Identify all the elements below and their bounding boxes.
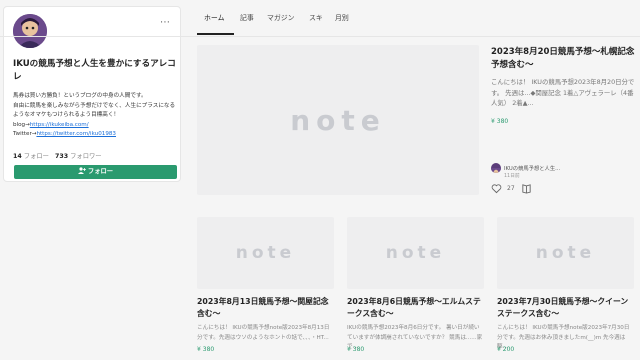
twitter-prefix: Twitter→ [13,131,37,138]
featured-thumbnail[interactable]: note [197,45,479,195]
blog-prefix: blog→ [13,121,30,128]
article-thumbnail[interactable]: note [197,217,334,289]
article-thumbnail[interactable]: note [347,217,484,289]
note-logo: note [235,243,296,263]
article-thumbnail[interactable]: note [497,217,634,289]
like-count-value: 380 [202,346,215,353]
like-icon: ¥ [347,346,351,353]
profile-bio: 馬券は買い方勝負！というブログの中身の人間です。 自由に競馬を楽しみながら予想だ… [13,92,178,140]
article-like-count: ¥ 380 [347,346,364,353]
active-tab-indicator [197,33,234,35]
add-user-icon [77,167,86,174]
article-excerpt: IKUの競馬予想2023年8月6日分です。 暑い日が続いていますが体調崩されてい… [347,325,483,350]
article-like-count: ¥ 380 [197,346,214,353]
featured-like-count: ¥ 380 [491,118,508,125]
follow-button-label: フォロー [87,168,114,175]
follow-stats: 14 フォロー 733 フォロワー [13,151,108,160]
note-logo: note [385,243,446,263]
twitter-link[interactable]: https://twitter.com/iku01983 [36,131,116,137]
author-avatar[interactable] [491,163,501,173]
bio-line: 馬券は買い方勝負！というブログの中身の人間です。 [13,93,147,99]
profile-name[interactable]: IKUの競馬予想と人生を豊かにするアレコレ [13,58,178,84]
note-logo: note [290,103,386,137]
blog-link[interactable]: https://ikukeiba.com/ [30,122,89,128]
tab-magazines[interactable]: マガジン [267,12,295,22]
note-logo: note [535,243,596,263]
tab-monthly[interactable]: 月別 [335,12,349,22]
like-count-value: 380 [352,346,365,353]
tab-articles[interactable]: 記事 [240,12,254,22]
article-title[interactable]: 2023年7月30日競馬予想～クイーンステークス含む～ [497,296,634,320]
like-icon: ¥ [197,346,201,353]
article-like-count: ¥ 200 [497,346,514,353]
twitter-link-row: Twitter→https://twitter.com/iku01983 [13,130,178,140]
article-title[interactable]: 2023年8月13日競馬予想～関屋記念含む～ [197,296,334,320]
follow-button[interactable]: フォロー [14,165,177,179]
heart-icon[interactable] [491,183,502,194]
follower-count[interactable]: 733 [55,153,68,160]
featured-article-excerpt: こんにちは！ IKUの競馬予想2023年8月20日分です。 先週は...◆関屋記… [491,78,635,107]
tab-home[interactable]: ホーム [204,12,224,22]
article-title[interactable]: 2023年8月6日競馬予想～エルムステークス含む～ [347,296,484,320]
article-excerpt: こんにちは！ IKUの競馬予想note版2023年7月30日分です。先週はお休み… [497,325,630,350]
like-count-value: 200 [502,346,515,353]
follower-label[interactable]: フォロワー [70,153,101,160]
magazine-add-icon[interactable] [521,183,532,194]
like-count-value: 380 [496,118,509,125]
article-excerpt: こんにちは！ IKUの競馬予想note版2023年8月13日分です。先週はウソの… [197,325,330,341]
like-icon: ¥ [497,346,501,353]
post-time: 11日前 [504,174,520,179]
tabs-divider [0,36,640,37]
more-options-button[interactable]: ⋯ [160,17,171,28]
author-name[interactable]: IKUの競馬予想と人生... [504,164,560,172]
like-icon: ¥ [491,118,495,125]
heart-count: 27 [507,185,515,192]
follow-label[interactable]: フォロー [24,153,49,160]
bio-line: 自由に競馬を楽しみながら予想だけでなく、人生にプラスになるようなオマケもつけられ… [13,102,176,119]
tab-likes[interactable]: スキ [309,12,323,22]
follow-count[interactable]: 14 [13,153,22,160]
featured-article-title[interactable]: 2023年8月20日競馬予想～札幌記念予想含む～ [491,46,636,71]
avatar[interactable] [13,14,47,48]
blog-link-row: blog→https://ikukeiba.com/ [13,121,178,131]
profile-card: ⋯ IKUの競馬予想と人生を豊かにするアレコレ 馬券は買い方勝負！というブログの… [3,6,181,182]
